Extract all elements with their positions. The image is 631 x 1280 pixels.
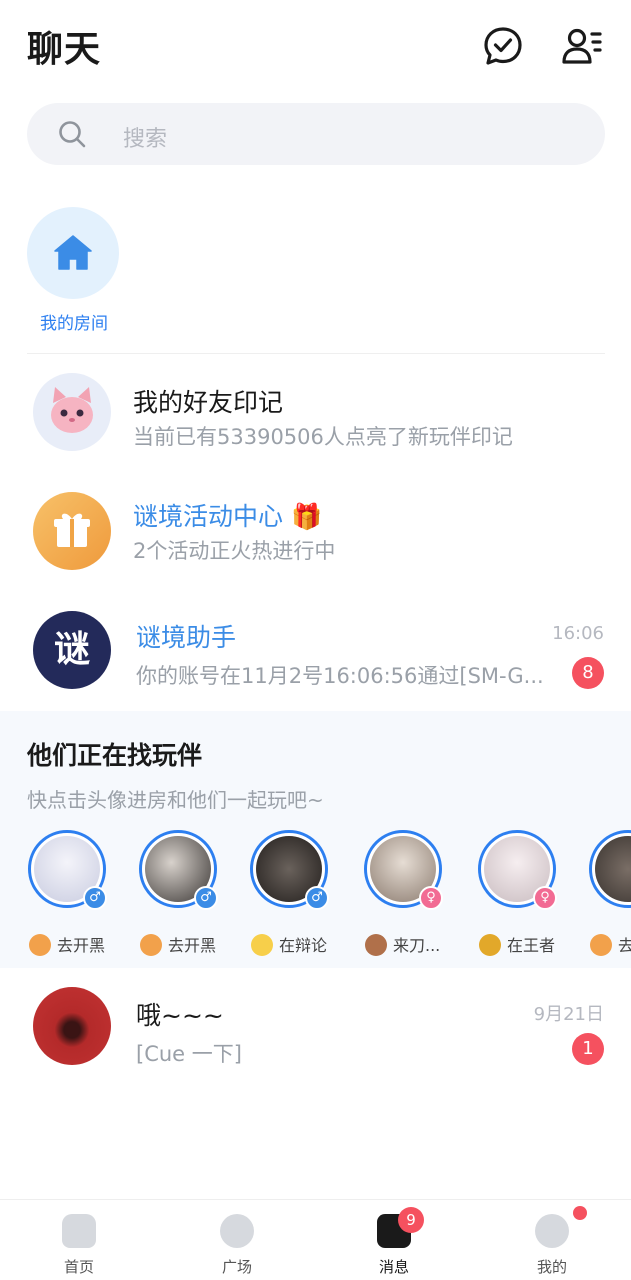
search-placeholder: 搜索 [123,127,168,152]
female-icon: ♀ [419,886,443,910]
conversation-subtitle: 当前已有53390506人点亮了新玩伴印记 [133,425,513,449]
search-bar[interactable]: 搜索 [27,103,605,165]
cat-avatar [33,373,111,451]
user-avatar [33,987,111,1065]
section-subtitle: 快点击头像进房和他们一起玩吧~ [27,788,324,812]
conversation-title: 我的好友印记 [133,388,284,417]
contacts-icon[interactable] [560,24,604,68]
nav-profile[interactable]: 我的 [512,1214,592,1277]
chat-check-icon[interactable] [481,24,525,68]
conversation-title: 哦~~~ [136,1001,224,1030]
conversation-title: 谜境活动中心 🎁 [133,502,323,531]
male-icon: ♂ [305,886,329,910]
gift-avatar [33,492,111,570]
bottom-nav: 首页 广场 消息 我的 [0,1199,631,1280]
assistant-avatar: 谜 [33,611,111,689]
my-room-label: 我的房间 [40,314,108,334]
nav-square[interactable]: 广场 [197,1214,277,1277]
conversation-subtitle: 2个活动正火热进行中 [133,539,336,563]
player-status: 来刀... [365,932,440,956]
conversation-subtitle: [Cue 一下] [136,1042,242,1066]
page-title: 聊天 [27,29,102,70]
home-icon [62,1214,96,1248]
emoji-icon [251,934,273,956]
finding-partners-section: 他们正在找玩伴 快点击头像进房和他们一起玩吧~ ♂ 去开黑 ♂ 去开黑 ♂ 在辩… [0,711,631,968]
conversation-title: 谜境助手 [136,623,237,652]
player-status: 在王者 [479,932,555,956]
conversation-time: 16:06 [552,623,604,644]
unread-badge: 1 [572,1033,604,1065]
emoji-icon [590,934,612,956]
female-icon: ♀ [533,886,557,910]
conversation-time: 9月21日 [533,1004,604,1025]
conversation-assistant[interactable]: 谜 谜境助手 16:06 你的账号在11月2号16:06:56通过[SM-G..… [0,594,631,704]
profile-notification-dot [573,1206,587,1220]
header: 聊天 [0,0,631,95]
conversation-chat[interactable]: 哦~~~ 9月21日 [Cue 一下] 1 [0,970,631,1080]
my-room-button[interactable]: 我的房间 [27,207,121,334]
male-icon: ♂ [83,886,107,910]
emoji-icon [140,934,162,956]
conversation-subtitle: 你的账号在11月2号16:06:56通过[SM-G... [136,664,544,688]
player-avatar[interactable]: 去 [588,828,631,968]
nav-home[interactable]: 首页 [39,1214,119,1277]
search-icon [59,121,86,148]
player-status: 去开黑 [140,932,216,956]
conversation-friend-mark[interactable]: 我的好友印记 当前已有53390506人点亮了新玩伴印记 [0,354,631,464]
player-status: 去开黑 [29,932,105,956]
male-icon: ♂ [194,886,218,910]
player-status: 去 [590,932,631,956]
emoji-icon [29,934,51,956]
my-room-avatar [27,207,119,299]
pulse-icon [220,1214,254,1248]
home-icon [54,235,92,270]
player-status: 在辩论 [251,932,327,956]
emoji-icon [479,934,501,956]
emoji-icon [365,934,387,956]
gift-emoji: 🎁 [290,502,323,531]
conversation-activity-center[interactable]: 谜境活动中心 🎁 2个活动正火热进行中 [0,475,631,585]
messages-badge: 9 [398,1207,424,1233]
unread-badge: 8 [572,657,604,689]
section-title: 他们正在找玩伴 [27,741,203,770]
profile-icon [535,1214,569,1248]
